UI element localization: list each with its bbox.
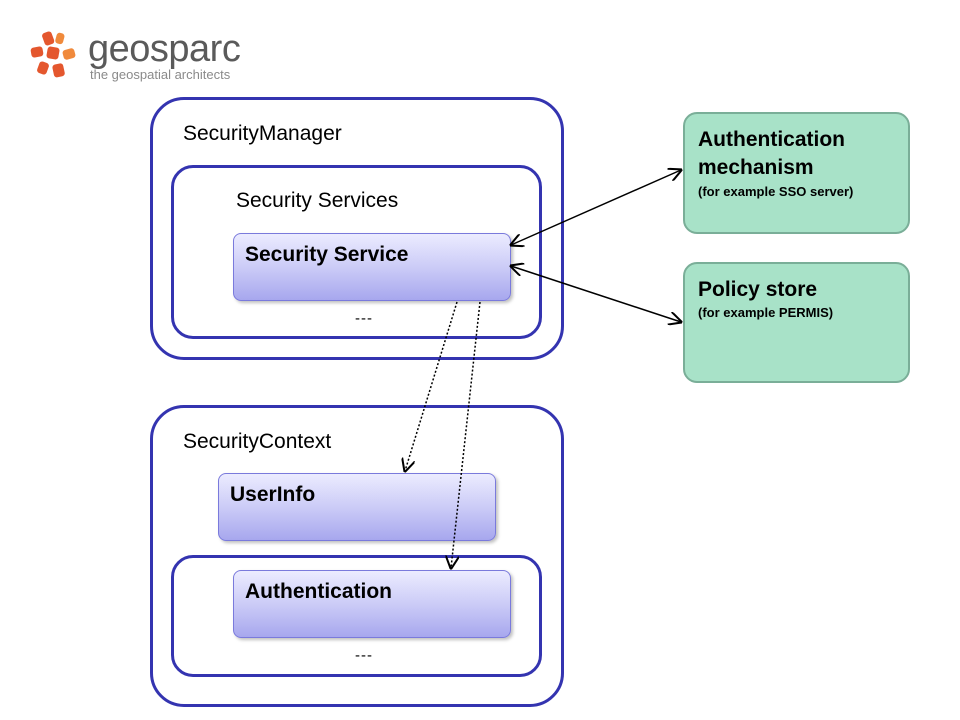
user-info-box: UserInfo: [218, 473, 496, 541]
security-service-label: Security Service: [245, 243, 409, 266]
logo-mark-icon: [30, 31, 76, 78]
user-info-label: UserInfo: [230, 483, 316, 506]
authentication-label: Authentication: [245, 580, 392, 603]
authentication-mechanism-box: Authentication mechanism (for example SS…: [683, 112, 910, 234]
security-services-title: Security Services: [236, 189, 399, 212]
security-services-ellipsis: ---: [355, 310, 373, 327]
security-context-title: SecurityContext: [183, 430, 332, 453]
security-service-box: Security Service: [233, 233, 511, 301]
authentication-mechanism-title: Authentication mechanism: [698, 128, 845, 179]
logo-name: geosparc: [88, 28, 241, 70]
policy-store-title: Policy store: [698, 278, 818, 301]
geosparc-logo: geosparc the geospatial architects: [28, 28, 258, 86]
authentication-ellipsis: ---: [355, 647, 373, 664]
policy-store-subtitle: (for example PERMIS): [698, 305, 834, 320]
logo-tagline: the geospatial architects: [90, 67, 231, 82]
security-manager-title: SecurityManager: [183, 122, 342, 145]
authentication-mechanism-subtitle: (for example SSO server): [698, 184, 854, 199]
authentication-box: Authentication: [233, 570, 511, 638]
policy-store-box: Policy store (for example PERMIS): [683, 262, 910, 383]
